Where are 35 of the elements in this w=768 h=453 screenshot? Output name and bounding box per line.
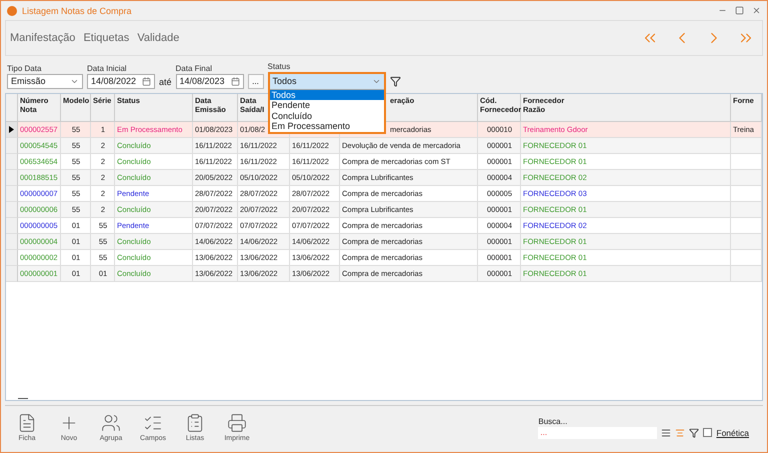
menu-item[interactable]: Validade bbox=[137, 32, 180, 44]
calendar-icon bbox=[230, 76, 240, 86]
row-header[interactable] bbox=[6, 122, 18, 138]
app-logo-icon bbox=[7, 6, 17, 16]
checkbox-label: Fonética bbox=[716, 428, 749, 438]
status-dropdown-menu[interactable]: Todos Todos Pendente Concluído Em Processamento bbox=[268, 72, 386, 134]
header-corner bbox=[6, 94, 18, 122]
align-icon[interactable] bbox=[661, 428, 672, 438]
list-icon bbox=[185, 413, 205, 434]
maximize-icon[interactable] bbox=[735, 6, 744, 16]
start-date-field[interactable]: 14/08/2022 bbox=[87, 74, 155, 89]
printer-icon bbox=[227, 413, 247, 434]
menu-item[interactable]: Manifestação bbox=[10, 32, 76, 44]
menu-item[interactable]: Etiquetas bbox=[83, 32, 130, 44]
people-icon bbox=[101, 413, 121, 434]
filter-icon[interactable] bbox=[689, 428, 700, 438]
more-button[interactable]: ... bbox=[248, 74, 264, 89]
window-title: Listagem Notas de Compra bbox=[22, 6, 133, 16]
search-field[interactable]: ... bbox=[538, 426, 658, 439]
field-label: Status bbox=[268, 62, 292, 71]
field-label: Data Final bbox=[176, 64, 213, 73]
search-label: Busca... bbox=[538, 416, 568, 426]
filter-icon[interactable] bbox=[390, 76, 401, 87]
field-label: Data Inicial bbox=[87, 64, 128, 73]
range-label: até bbox=[159, 76, 172, 89]
phonetic-checkbox[interactable] bbox=[703, 428, 712, 438]
align-center-icon[interactable] bbox=[675, 428, 686, 438]
close-icon[interactable] bbox=[752, 6, 761, 16]
end-date-field[interactable]: 14/08/2023 bbox=[176, 74, 244, 89]
date-type-dropdown[interactable]: Emissão bbox=[7, 74, 83, 89]
calendar-icon bbox=[142, 76, 151, 86]
row-pointer-icon bbox=[9, 126, 14, 133]
field-label: Tipo Data bbox=[7, 64, 42, 73]
dropdown-option[interactable]: Todos bbox=[270, 90, 384, 100]
document-icon bbox=[17, 413, 37, 434]
